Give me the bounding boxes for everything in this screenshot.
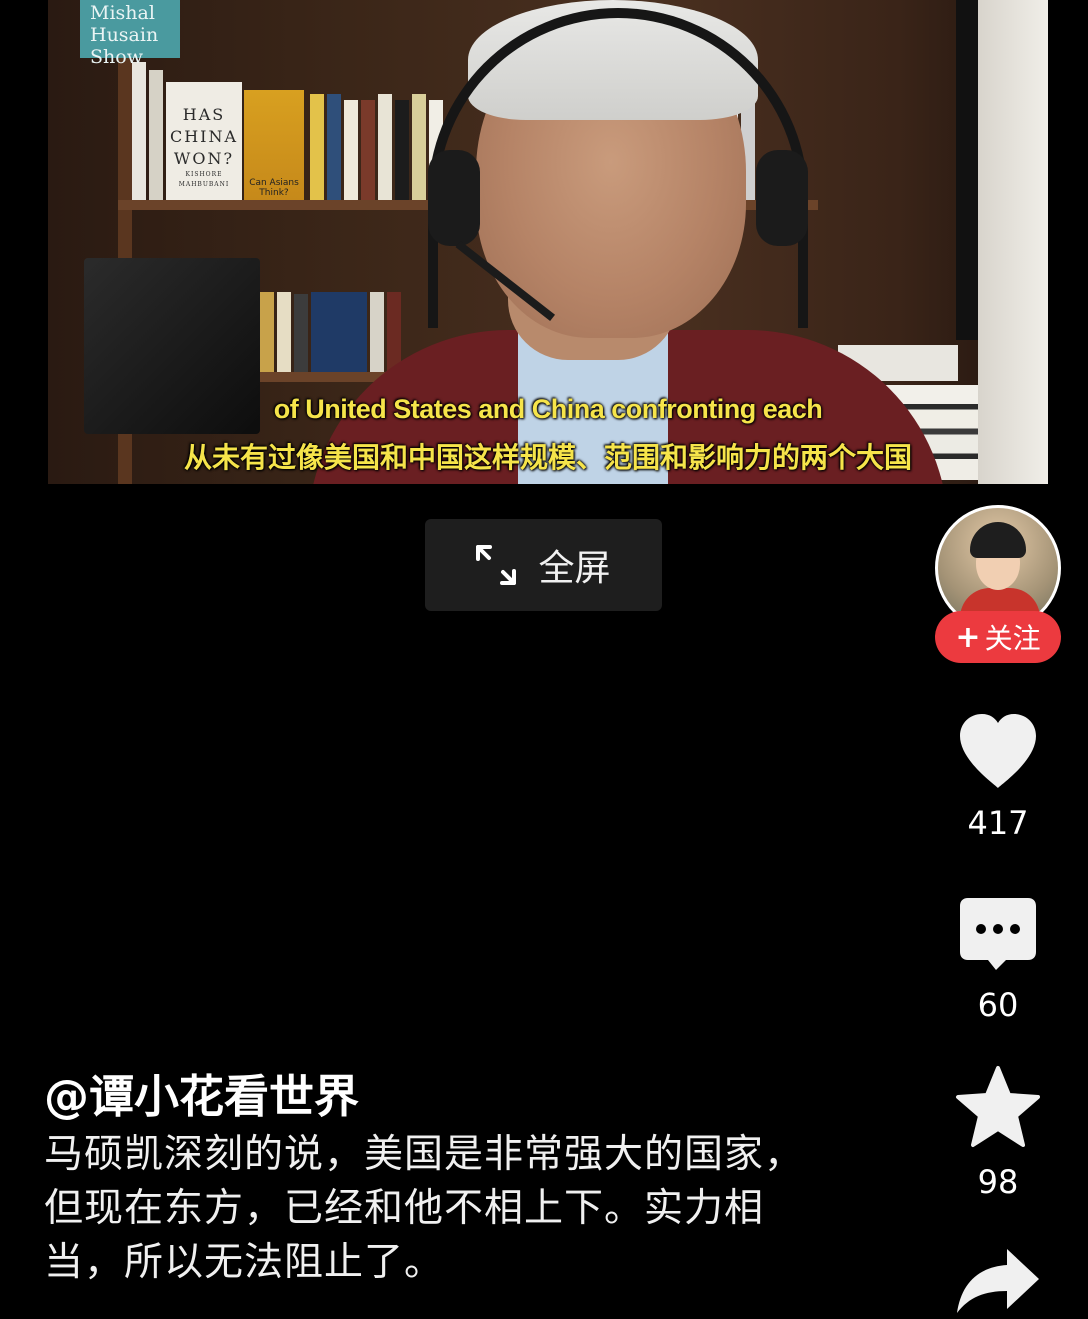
book-author: KISHORE MAHBUBANI [178, 171, 230, 188]
subtitle-english: of United States and China confronting e… [273, 394, 823, 424]
follow-label: 关注 [984, 622, 1041, 655]
share-button[interactable] [940, 1245, 1056, 1319]
fullscreen-button[interactable]: 全屏 [425, 519, 662, 611]
heart-icon [956, 712, 1040, 794]
favorite-button[interactable]: 98 [940, 1065, 1056, 1201]
video-player[interactable]: Mishal Husain Show HAS CHINA WON? KISHOR… [48, 0, 1048, 484]
window-frame [956, 0, 978, 340]
star-icon [955, 1065, 1041, 1153]
subtitle-chinese: 从未有过像美国和中国这样规模、范围和影响力的两个大国 [183, 441, 912, 474]
books [132, 62, 163, 200]
book-title: HAS CHINA WON? [169, 105, 239, 168]
follow-button[interactable]: + 关注 [935, 611, 1061, 663]
book-cover: HAS CHINA WON? KISHORE MAHBUBANI [166, 82, 242, 200]
comment-icon [958, 896, 1038, 976]
share-icon [955, 1245, 1041, 1319]
expand-icon [476, 545, 517, 585]
favorite-count: 98 [977, 1163, 1019, 1201]
comment-count: 60 [977, 986, 1019, 1024]
fullscreen-label: 全屏 [538, 548, 611, 589]
comment-button[interactable]: 60 [940, 896, 1056, 1024]
like-count: 417 [967, 804, 1029, 842]
show-logo-text: Mishal Husain Show [90, 2, 159, 68]
post-description: 马硕凯深刻的说，美国是非常强大的国家，但现在东方，已经和他不相上下。实力相当，所… [44, 1132, 805, 1285]
plus-icon: + [955, 619, 981, 655]
book-cover: Can Asians Think? [244, 90, 304, 200]
book-title: Can Asians Think? [249, 178, 299, 198]
author-name[interactable]: @谭小花看世界 [44, 1060, 359, 1125]
show-logo: Mishal Husain Show [80, 0, 180, 68]
like-button[interactable]: 417 [940, 712, 1056, 842]
